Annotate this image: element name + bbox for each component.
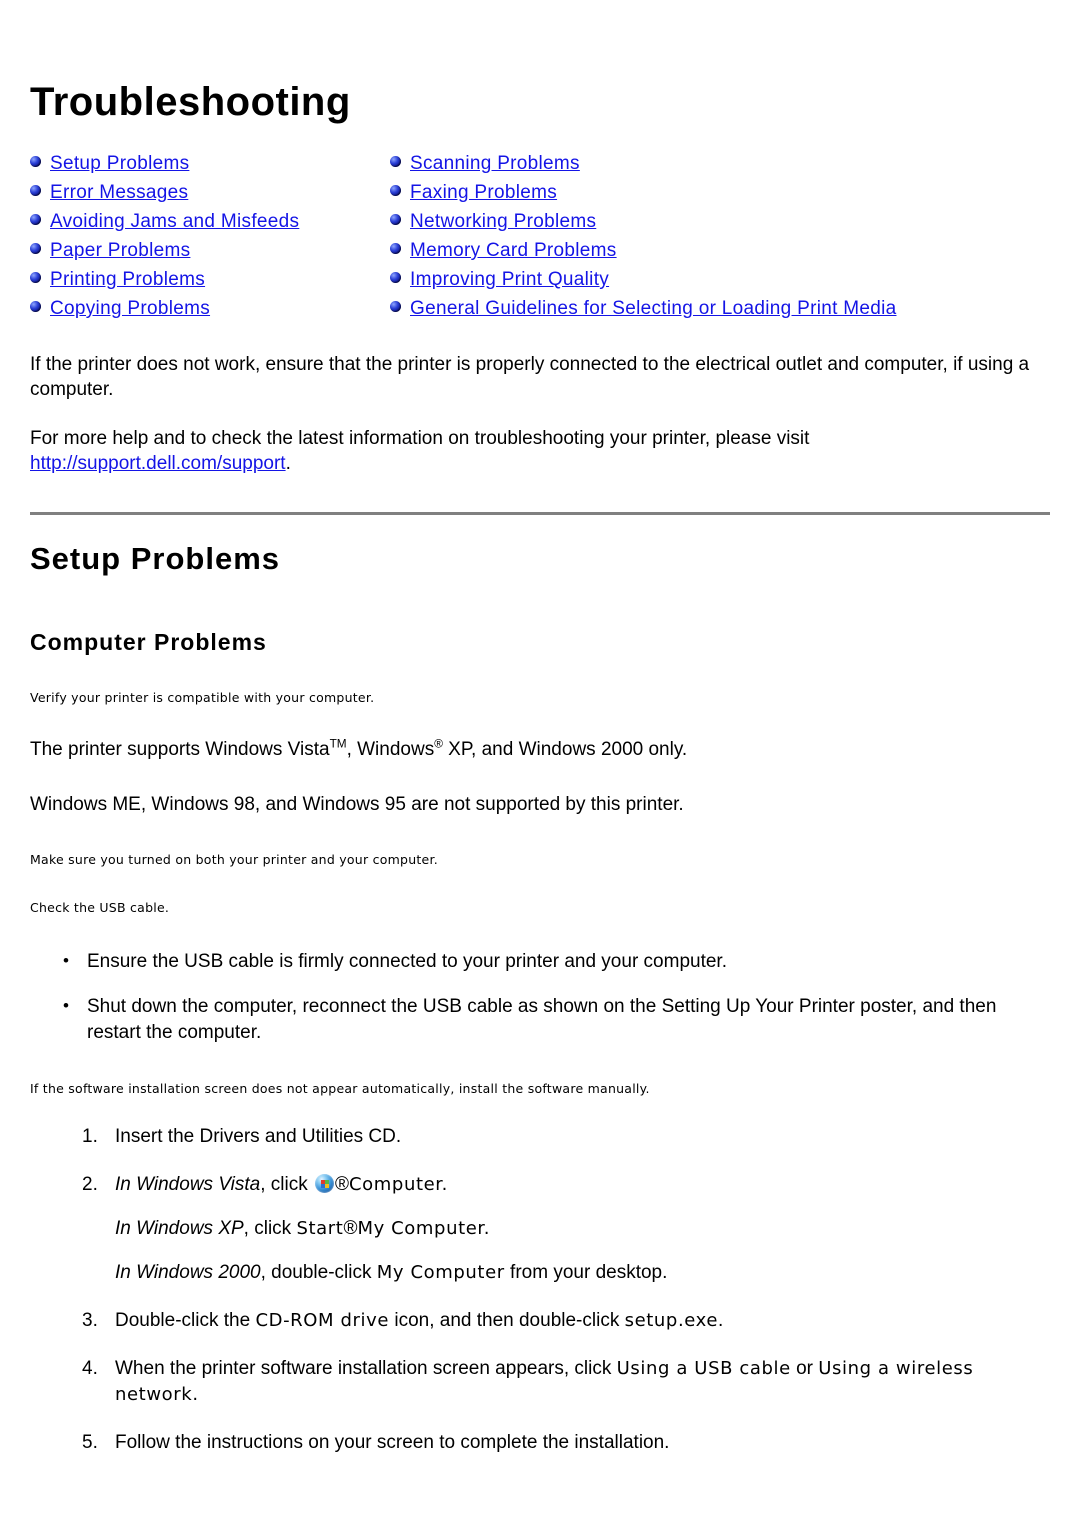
toc-link-memory-card-problems[interactable]: Memory Card Problems: [410, 239, 617, 263]
step-open-my-computer-2000: In Windows 2000, double-click My Compute…: [30, 1260, 1050, 1286]
step2-period: .: [441, 1174, 448, 1196]
step4-post: .: [192, 1384, 199, 1406]
list-item[interactable]: Faxing Problems: [390, 181, 1050, 205]
blue-ball-bullet-icon: [30, 214, 41, 225]
list-item[interactable]: Scanning Problems: [390, 152, 1050, 176]
step4-pre: When the printer software installation s…: [115, 1358, 617, 1380]
step3-setup-exe-label[interactable]: setup.exe: [625, 1310, 718, 1331]
step2b-os-label: In Windows XP: [115, 1218, 244, 1240]
toc-column-right: Scanning Problems Faxing Problems Networ…: [390, 152, 1050, 326]
list-item: Ensure the USB cable is firmly connected…: [30, 948, 1050, 975]
step2-os-label: In Windows Vista: [115, 1174, 261, 1196]
step3-pre: Double-click the: [115, 1310, 256, 1332]
blue-ball-bullet-icon: [390, 185, 401, 196]
step-follow-instructions: Follow the instructions on your screen t…: [82, 1430, 670, 1456]
page-title: Troubleshooting: [30, 80, 351, 124]
note-check-usb-cable: Check the USB cable.: [30, 900, 170, 916]
step2c-target-my-computer[interactable]: My Computer: [377, 1262, 505, 1283]
intro-paragraph: If the printer does not work, ensure tha…: [30, 354, 1030, 400]
subsection-heading-computer-problems: Computer Problems: [30, 628, 267, 655]
support-paragraph-trail: .: [285, 453, 291, 474]
registered-mark: ®: [434, 737, 443, 751]
trademark-mark: TM: [329, 737, 347, 751]
statement-supported-os: The printer supports Windows VistaTM, Wi…: [30, 737, 1050, 762]
toc-link-printing-problems[interactable]: Printing Problems: [50, 268, 205, 292]
step3-cdrom-drive-label[interactable]: CD-ROM drive: [255, 1310, 389, 1331]
step-open-my-computer-xp: In Windows XP, click Start®My Computer.: [30, 1216, 1050, 1242]
blue-ball-bullet-icon: [30, 185, 41, 196]
list-item[interactable]: Setup Problems: [30, 152, 390, 176]
toc-link-improving-print-quality[interactable]: Improving Print Quality: [410, 268, 609, 292]
toc-link-error-messages[interactable]: Error Messages: [50, 181, 188, 205]
statement-unsupported-os: Windows ME, Windows 98, and Windows 95 a…: [30, 794, 684, 816]
blue-ball-bullet-icon: [390, 214, 401, 225]
blue-ball-bullet-icon: [30, 156, 41, 167]
installation-steps-list: Insert the Drivers and Utilities CD. In …: [30, 1124, 1050, 1456]
step2b-target-start[interactable]: Start: [296, 1218, 343, 1239]
step2-registered-arrow: ®: [335, 1174, 349, 1196]
support-paragraph: For more help and to check the latest in…: [30, 426, 1050, 476]
toc-link-networking-problems[interactable]: Networking Problems: [410, 210, 596, 234]
step4-using-usb-cable-option[interactable]: Using a USB cable: [617, 1358, 791, 1379]
toc-link-scanning-problems[interactable]: Scanning Problems: [410, 152, 580, 176]
toc-link-faxing-problems[interactable]: Faxing Problems: [410, 181, 557, 205]
step-run-setup-exe: Double-click the CD-ROM drive icon, and …: [30, 1308, 1050, 1334]
toc-link-avoiding-jams-and-misfeeds[interactable]: Avoiding Jams and Misfeeds: [50, 210, 299, 234]
step4-mid: or: [790, 1358, 819, 1380]
list-item[interactable]: Memory Card Problems: [390, 239, 1050, 263]
toc-link-setup-problems[interactable]: Setup Problems: [50, 152, 189, 176]
list-item[interactable]: General Guidelines for Selecting or Load…: [390, 297, 1050, 321]
blue-ball-bullet-icon: [30, 272, 41, 283]
table-of-contents: Setup Problems Error Messages Avoiding J…: [30, 152, 1050, 326]
section-divider: [30, 512, 1050, 515]
step-open-computer: In Windows Vista, click ®Computer.: [30, 1172, 1050, 1198]
step2b-registered-arrow: ®: [343, 1218, 358, 1240]
list-item[interactable]: Avoiding Jams and Misfeeds: [30, 210, 390, 234]
step2-target-computer[interactable]: Computer: [349, 1174, 442, 1195]
support-paragraph-lead: For more help and to check the latest in…: [30, 428, 810, 449]
step2c-after: from your desktop.: [504, 1262, 668, 1284]
toc-link-paper-problems[interactable]: Paper Problems: [50, 239, 190, 263]
step2-mid: , click: [260, 1174, 313, 1196]
note-verify-compatible: Verify your printer is compatible with y…: [30, 690, 375, 706]
blue-ball-bullet-icon: [390, 301, 401, 312]
section-heading-setup-problems: Setup Problems: [30, 541, 280, 576]
document-page: Troubleshooting Setup Problems Error Mes…: [0, 0, 1080, 1456]
windows-vista-start-orb-icon[interactable]: [315, 1174, 334, 1194]
statement-supported-part1: The printer supports Windows Vista: [30, 739, 330, 761]
blue-ball-bullet-icon: [30, 243, 41, 254]
list-item[interactable]: Networking Problems: [390, 210, 1050, 234]
list-item[interactable]: Copying Problems: [30, 297, 390, 321]
list-item[interactable]: Improving Print Quality: [390, 268, 1050, 292]
step2c-os-label: In Windows 2000: [115, 1262, 261, 1284]
statement-supported-part3: XP, and Windows 2000 only.: [442, 739, 688, 761]
toc-link-copying-problems[interactable]: Copying Problems: [50, 297, 210, 321]
list-item: Shut down the computer, reconnect the US…: [30, 993, 1050, 1046]
statement-supported-part2: , Windows: [346, 739, 435, 761]
step2b-target-my-computer[interactable]: My Computer: [357, 1218, 483, 1239]
step2b-period: .: [483, 1218, 491, 1240]
blue-ball-bullet-icon: [390, 156, 401, 167]
note-manual-install: If the software installation screen does…: [30, 1081, 650, 1097]
blue-ball-bullet-icon: [390, 272, 401, 283]
step2b-mid: , click: [243, 1218, 297, 1240]
step-insert-cd: Insert the Drivers and Utilities CD.: [82, 1124, 402, 1150]
usb-cable-bullet-list: Ensure the USB cable is firmly connected…: [30, 948, 1050, 1046]
toc-link-general-guidelines-print-media[interactable]: General Guidelines for Selecting or Load…: [410, 297, 897, 321]
list-item[interactable]: Printing Problems: [30, 268, 390, 292]
note-turned-on: Make sure you turned on both your printe…: [30, 852, 438, 868]
list-item[interactable]: Paper Problems: [30, 239, 390, 263]
step3-post: .: [718, 1310, 724, 1332]
step3-mid: icon, and then double-click: [389, 1310, 625, 1332]
blue-ball-bullet-icon: [30, 301, 41, 312]
list-item[interactable]: Error Messages: [30, 181, 390, 205]
dell-support-link[interactable]: http://support.dell.com/support: [30, 453, 286, 474]
blue-ball-bullet-icon: [390, 243, 401, 254]
step2c-mid: , double-click: [260, 1262, 377, 1284]
step-choose-connection: When the printer software installation s…: [30, 1356, 1050, 1408]
toc-column-left: Setup Problems Error Messages Avoiding J…: [30, 152, 390, 326]
